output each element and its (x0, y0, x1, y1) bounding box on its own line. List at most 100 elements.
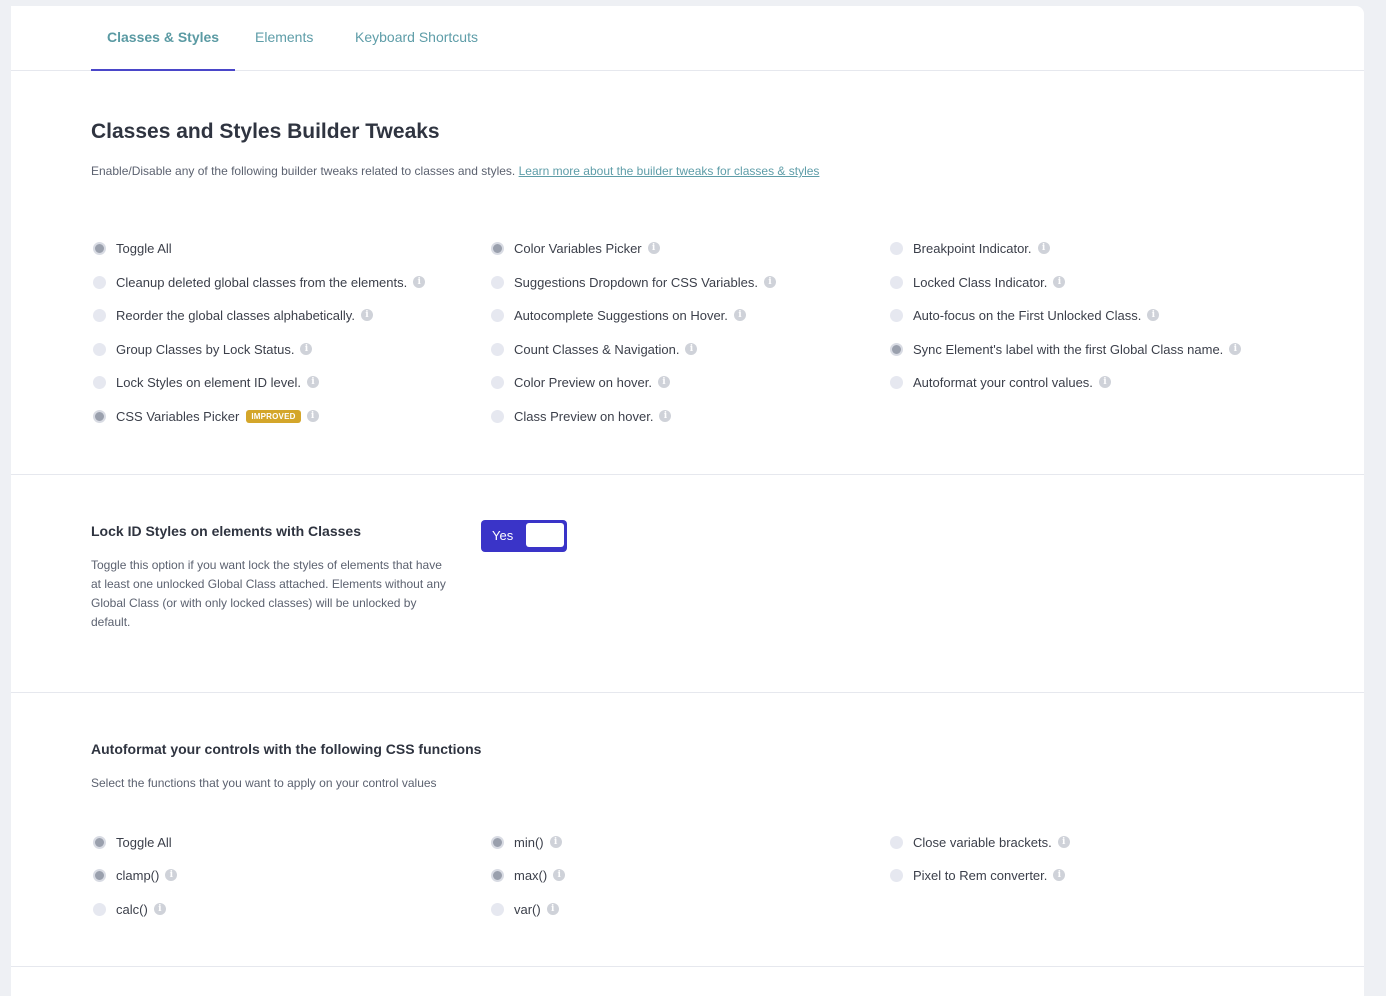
section-divider (11, 474, 1364, 475)
tab-classes-styles[interactable]: Classes & Styles (90, 6, 236, 71)
option-label: Locked Class Indicator. (913, 274, 1048, 290)
option-label: Count Classes & Navigation. (514, 341, 680, 357)
option-suggestions-dropdown[interactable]: Suggestions Dropdown for CSS Variables. … (491, 272, 776, 292)
radio-dot[interactable] (93, 375, 106, 389)
radio-dot[interactable] (93, 308, 106, 322)
option-css-variables-picker[interactable]: CSS Variables Picker IMPROVED i (93, 406, 319, 426)
option-label: Suggestions Dropdown for CSS Variables. (514, 274, 758, 290)
info-icon[interactable]: i (733, 309, 746, 321)
radio-dot[interactable] (93, 409, 106, 423)
option-label: Color Variables Picker (514, 240, 642, 256)
option-color-preview[interactable]: Color Preview on hover. i (491, 372, 671, 392)
info-icon[interactable]: i (549, 836, 562, 848)
radio-dot[interactable] (890, 868, 903, 882)
radio-dot[interactable] (93, 342, 106, 356)
option-label: Toggle All (116, 834, 172, 850)
radio-dot[interactable] (890, 375, 903, 389)
option-label: Reorder the global classes alphabeticall… (116, 307, 355, 323)
info-icon[interactable]: i (1098, 376, 1111, 388)
info-icon[interactable]: i (659, 410, 672, 422)
autoformat-clamp[interactable]: clamp() i (93, 865, 178, 885)
toggle-label: Yes (492, 528, 514, 543)
info-icon[interactable]: i (685, 343, 698, 355)
info-icon[interactable]: i (165, 869, 178, 881)
option-reorder-classes[interactable]: Reorder the global classes alphabeticall… (93, 305, 373, 325)
autoformat-calc[interactable]: calc() i (93, 899, 166, 919)
info-icon[interactable]: i (1057, 836, 1070, 848)
toggle-knob (526, 523, 564, 547)
lock-id-toggle[interactable]: Yes (481, 520, 567, 552)
info-icon[interactable]: i (306, 376, 319, 388)
option-count-classes[interactable]: Count Classes & Navigation. i (491, 339, 698, 359)
radio-dot[interactable] (890, 241, 903, 255)
option-autoformat-values[interactable]: Autoformat your control values. i (890, 372, 1111, 392)
radio-dot[interactable] (491, 868, 504, 882)
radio-dot[interactable] (491, 275, 504, 289)
radio-dot[interactable] (890, 275, 903, 289)
option-label: Color Preview on hover. (514, 374, 653, 390)
autoformat-max[interactable]: max() i (491, 865, 566, 885)
tab-elements[interactable]: Elements (255, 6, 313, 70)
radio-dot[interactable] (93, 902, 106, 916)
section-title-tweaks: Classes and Styles Builder Tweaks (91, 120, 440, 143)
info-icon[interactable]: i (1229, 343, 1242, 355)
option-breakpoint-indicator[interactable]: Breakpoint Indicator. i (890, 238, 1050, 258)
info-icon[interactable]: i (1147, 309, 1160, 321)
option-label: Class Preview on hover. (514, 408, 654, 424)
option-class-preview[interactable]: Class Preview on hover. i (491, 406, 672, 426)
tab-keyboard-shortcuts[interactable]: Keyboard Shortcuts (355, 6, 478, 70)
option-label: Group Classes by Lock Status. (116, 341, 295, 357)
autoformat-min[interactable]: min() i (491, 832, 562, 852)
info-icon[interactable]: i (306, 410, 319, 422)
radio-dot[interactable] (491, 375, 504, 389)
info-icon[interactable]: i (546, 903, 559, 915)
radio-dot[interactable] (890, 835, 903, 849)
info-icon[interactable]: i (647, 242, 660, 254)
info-icon[interactable]: i (1037, 242, 1050, 254)
radio-dot[interactable] (491, 835, 504, 849)
autoformat-toggle-all[interactable]: Toggle All (93, 832, 172, 852)
section-title-autoformat: Autoformat your controls with the follow… (91, 741, 482, 757)
info-icon[interactable]: i (764, 276, 776, 288)
option-sync-element-label[interactable]: Sync Element's label with the first Glob… (890, 339, 1242, 359)
info-icon[interactable]: i (413, 276, 426, 288)
radio-dot[interactable] (491, 902, 504, 916)
radio-dot[interactable] (93, 275, 106, 289)
info-icon[interactable]: i (553, 869, 566, 881)
option-autocomplete-hover[interactable]: Autocomplete Suggestions on Hover. i (491, 305, 746, 325)
info-icon[interactable]: i (360, 309, 373, 321)
option-color-variables-picker[interactable]: Color Variables Picker i (491, 238, 660, 258)
option-cleanup-deleted-classes[interactable]: Cleanup deleted global classes from the … (93, 272, 426, 292)
improved-badge: IMPROVED (246, 409, 301, 423)
option-locked-class-indicator[interactable]: Locked Class Indicator. i (890, 272, 1066, 292)
info-icon[interactable]: i (153, 903, 166, 915)
radio-dot[interactable] (93, 241, 106, 255)
info-icon[interactable]: i (1053, 869, 1066, 881)
radio-dot[interactable] (93, 868, 106, 882)
radio-dot[interactable] (491, 241, 504, 255)
tweaks-description-text: Enable/Disable any of the following buil… (91, 164, 516, 178)
section-description-lock-id: Toggle this option if you want lock the … (91, 558, 446, 629)
option-auto-focus[interactable]: Auto-focus on the First Unlocked Class. … (890, 305, 1160, 325)
radio-dot[interactable] (491, 342, 504, 356)
radio-dot[interactable] (491, 409, 504, 423)
option-lock-styles-id[interactable]: Lock Styles on element ID level. i (93, 372, 319, 392)
option-toggle-all[interactable]: Toggle All (93, 238, 172, 258)
radio-dot[interactable] (93, 835, 106, 849)
autoformat-pixel-to-rem[interactable]: Pixel to Rem converter. i (890, 865, 1066, 885)
info-icon[interactable]: i (1053, 276, 1066, 288)
learn-more-link[interactable]: Learn more about the builder tweaks for … (519, 164, 820, 178)
radio-dot[interactable] (890, 342, 903, 356)
option-label: calc() (116, 901, 148, 917)
option-label: max() (514, 867, 548, 883)
option-label: Sync Element's label with the first Glob… (913, 341, 1224, 357)
option-group-classes[interactable]: Group Classes by Lock Status. i (93, 339, 313, 359)
info-icon[interactable]: i (658, 376, 671, 388)
section-divider (11, 692, 1364, 693)
option-label: min() (514, 834, 544, 850)
autoformat-close-brackets[interactable]: Close variable brackets. i (890, 832, 1070, 852)
radio-dot[interactable] (890, 308, 903, 322)
radio-dot[interactable] (491, 308, 504, 322)
autoformat-var[interactable]: var() i (491, 899, 559, 919)
info-icon[interactable]: i (300, 343, 313, 355)
